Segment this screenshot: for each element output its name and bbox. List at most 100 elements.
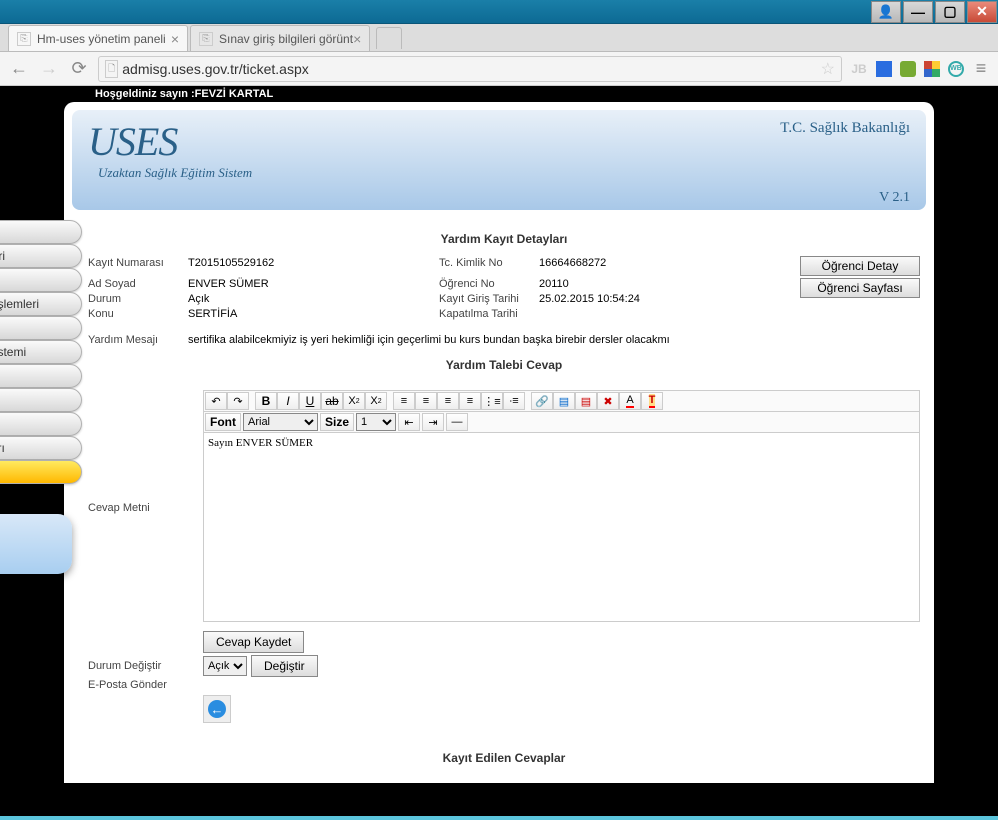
forward-button[interactable]: → xyxy=(38,58,60,80)
tc-value: 16664668272 xyxy=(539,256,606,271)
font-label: Font xyxy=(205,413,241,431)
menu-yardim-kayit[interactable]: Yardım Kayıt Sistemi xyxy=(0,340,82,364)
durum-value: Açık xyxy=(188,292,209,307)
ogrenci-detay-button[interactable]: Öğrenci Detay xyxy=(800,256,920,276)
unordered-list-icon[interactable]: ∙≡ xyxy=(503,392,525,410)
menu-sinav-islemleri[interactable]: Sınav İşlemleri xyxy=(0,316,82,340)
kayit-no-label: Kayıt Numarası xyxy=(88,256,188,271)
browser-tabstrip: ⎘ Hm-uses yönetim paneli × ⎘ Sınav giriş… xyxy=(0,24,998,52)
browser-tab-active[interactable]: ⎘ Hm-uses yönetim paneli × xyxy=(8,25,188,51)
user-box xyxy=(0,514,72,574)
outdent-icon[interactable]: ⇤ xyxy=(398,413,420,431)
help-message-label: Yardım Mesajı xyxy=(88,334,188,346)
durum-select[interactable]: Açık xyxy=(203,656,247,676)
bookmark-star-icon[interactable]: ☆ xyxy=(821,59,835,79)
undo-icon[interactable]: ↶ xyxy=(205,392,227,410)
konu-label: Konu xyxy=(88,307,188,322)
chrome-menu-icon[interactable]: ≡ xyxy=(972,60,990,78)
response-label: Cevap Metni xyxy=(88,390,203,625)
help-message-row: Yardım Mesajı sertifika alabilcekmiyiz i… xyxy=(88,334,920,346)
browser-toolbar: ← → ⟳ 🗋 admisg.uses.gov.tr/ticket.aspx ☆… xyxy=(0,52,998,86)
konu-value: SERTİFİA xyxy=(188,307,237,322)
tab-title: Sınav giriş bilgileri görünt xyxy=(219,32,353,46)
size-select[interactable]: 1 xyxy=(356,413,396,431)
kayit-no-value: T2015105529162 xyxy=(188,256,274,271)
back-navigation-button[interactable]: ← xyxy=(203,695,231,723)
ogrenci-sayfasi-button[interactable]: Öğrenci Sayfası xyxy=(800,278,920,298)
back-arrow-icon: ← xyxy=(208,700,226,718)
superscript-icon[interactable]: X2 xyxy=(365,392,387,410)
editor-toolbar-2: Font Arial Size 1 ⇤ ⇥ — xyxy=(203,411,920,432)
menu-sistem-ayarlari[interactable]: Sistem Ayarları xyxy=(0,388,82,412)
saved-responses-title: Kayıt Edilen Cevaplar xyxy=(88,739,920,775)
os-minimize-button[interactable]: — xyxy=(903,1,933,23)
redo-icon[interactable]: ↷ xyxy=(227,392,249,410)
menu-ogretim-uyesi[interactable]: Öğretim Üyesi İşlemleri xyxy=(0,292,82,316)
tool-blue-icon[interactable]: ▤ xyxy=(553,392,575,410)
menu-sistem-cikisi[interactable]: Sistem Çıkışı xyxy=(0,460,82,484)
tool-red-icon[interactable]: ▤ xyxy=(575,392,597,410)
address-bar[interactable]: 🗋 admisg.uses.gov.tr/ticket.aspx ☆ xyxy=(98,56,842,82)
os-user-icon[interactable]: 👤 xyxy=(871,1,901,23)
underline-icon[interactable]: U xyxy=(299,392,321,410)
response-title: Yardım Talebi Cevap xyxy=(88,346,920,382)
text-color-icon[interactable]: A xyxy=(619,392,641,410)
align-justify-icon[interactable]: ≡ xyxy=(459,392,481,410)
new-tab-button[interactable] xyxy=(376,27,402,49)
align-center-icon[interactable]: ≡ xyxy=(415,392,437,410)
os-close-button[interactable]: ✕ xyxy=(967,1,997,23)
kapat-tarihi-label: Kapatılma Tarihi xyxy=(439,307,539,322)
menu-kurs-islemleri[interactable]: Kurs İşlemleri xyxy=(0,268,82,292)
hr-icon[interactable]: — xyxy=(446,413,468,431)
editor-toolbar-1: ↶ ↷ B I U ab X2 X2 ≡ ≡ xyxy=(203,390,920,411)
degistir-button[interactable]: Değiştir xyxy=(251,655,318,677)
editor-textarea[interactable]: Sayın ENVER SÜMER xyxy=(203,432,920,622)
delete-icon[interactable]: ✖ xyxy=(597,392,619,410)
welcome-bar: Hoşgeldiniz sayın :FEVZİ KARTAL xyxy=(0,86,998,102)
url-text: admisg.uses.gov.tr/ticket.aspx xyxy=(122,61,308,77)
ogrenci-no-label: Öğrenci No xyxy=(439,277,539,292)
ext-wb-icon[interactable]: WB xyxy=(948,61,964,77)
eposta-gonder-label: E-Posta Gönder xyxy=(88,679,203,691)
ogrenci-no-value: 20110 xyxy=(539,277,569,292)
back-button[interactable]: ← xyxy=(8,58,30,80)
page-favicon-icon: ⎘ xyxy=(17,32,31,46)
menu-ana-sayfa[interactable]: Ana Sayfa xyxy=(0,220,82,244)
main-panel: Yardım Kayıt Detayları Kayıt NumarasıT20… xyxy=(82,220,926,775)
ext-green-icon[interactable] xyxy=(900,61,916,77)
giris-tarihi-value: 25.02.2015 10:54:24 xyxy=(539,292,640,307)
ext-grid-icon[interactable] xyxy=(924,61,940,77)
rich-text-editor: ↶ ↷ B I U ab X2 X2 ≡ ≡ xyxy=(203,390,920,625)
details-grid: Kayıt NumarasıT2015105529162 Ad SoyadENV… xyxy=(88,256,920,322)
menu-mesajlasma[interactable]: Mesajlaşma xyxy=(0,364,82,388)
menu-kisisel-ayarlar[interactable]: Kişisel Ayarlar xyxy=(0,412,82,436)
bold-icon[interactable]: B xyxy=(255,392,277,410)
indent-icon[interactable]: ⇥ xyxy=(422,413,444,431)
details-title: Yardım Kayıt Detayları xyxy=(88,220,920,256)
italic-icon[interactable]: I xyxy=(277,392,299,410)
app-subtitle: Uzaktan Sağlık Eğitim Sistem xyxy=(98,165,910,181)
cevap-kaydet-button[interactable]: Cevap Kaydet xyxy=(203,631,304,653)
os-maximize-button[interactable]: ▢ xyxy=(935,1,965,23)
reload-button[interactable]: ⟳ xyxy=(68,58,90,80)
ext-jb-icon[interactable]: JB xyxy=(850,60,868,78)
menu-ogrenci-islemleri[interactable]: Öğrenci İşlemleri xyxy=(0,244,82,268)
strike-icon[interactable]: ab xyxy=(321,392,343,410)
align-right-icon[interactable]: ≡ xyxy=(437,392,459,410)
browser-tab-inactive[interactable]: ⎘ Sınav giriş bilgileri görünt × xyxy=(190,25,370,51)
page-favicon-icon: ⎘ xyxy=(199,32,213,46)
tab-close-icon[interactable]: × xyxy=(171,31,179,47)
align-left-icon[interactable]: ≡ xyxy=(393,392,415,410)
durum-degistir-label: Durum Değiştir xyxy=(88,660,203,672)
tab-close-icon[interactable]: × xyxy=(353,31,361,47)
giris-tarihi-label: Kayıt Giriş Tarihi xyxy=(439,292,539,307)
ordered-list-icon[interactable]: ⋮≡ xyxy=(481,392,503,410)
tc-label: Tc. Kimlik No xyxy=(439,256,539,271)
subscript-icon[interactable]: X2 xyxy=(343,392,365,410)
ext-blue-icon[interactable] xyxy=(876,61,892,77)
link-icon[interactable]: 🔗 xyxy=(531,392,553,410)
font-select[interactable]: Arial xyxy=(243,413,318,431)
version-label: V 2.1 xyxy=(879,190,910,206)
menu-kullanici-ayarlari[interactable]: Kullanıcı Ayarları xyxy=(0,436,82,460)
highlight-icon[interactable]: T xyxy=(641,392,663,410)
